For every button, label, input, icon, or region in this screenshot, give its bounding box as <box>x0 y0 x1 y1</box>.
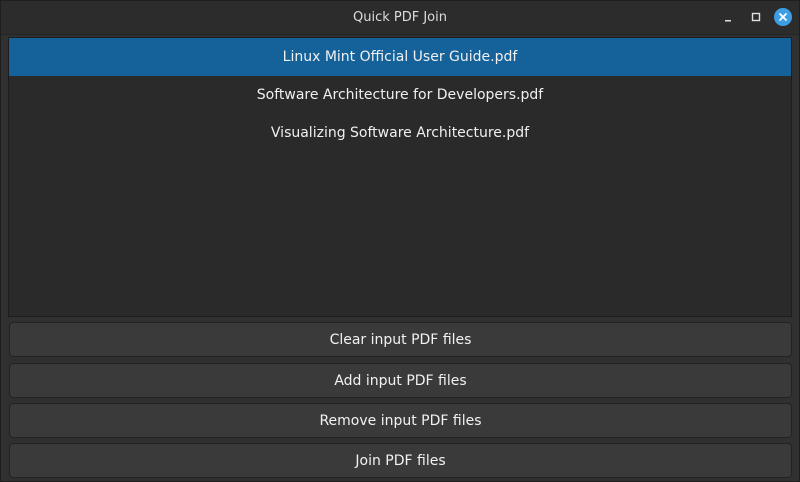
file-list-item[interactable]: Visualizing Software Architecture.pdf <box>9 114 791 152</box>
maximize-button[interactable] <box>746 7 766 27</box>
minimize-icon <box>725 20 731 22</box>
close-icon <box>774 8 792 26</box>
maximize-icon <box>751 12 761 22</box>
file-list-item[interactable]: Linux Mint Official User Guide.pdf <box>9 38 791 76</box>
add-input-files-button[interactable]: Add input PDF files <box>9 363 792 398</box>
minimize-button[interactable] <box>718 7 738 27</box>
join-pdf-files-button[interactable]: Join PDF files <box>9 443 792 478</box>
clear-input-files-button[interactable]: Clear input PDF files <box>9 322 792 357</box>
window-title: Quick PDF Join <box>353 10 447 25</box>
close-button[interactable] <box>773 7 793 27</box>
title-bar[interactable]: Quick PDF Join <box>1 1 799 35</box>
app-window: Quick PDF Join Linux Mint Official User … <box>0 0 800 482</box>
pdf-file-list[interactable]: Linux Mint Official User Guide.pdf Softw… <box>8 37 792 317</box>
remove-input-files-button[interactable]: Remove input PDF files <box>9 403 792 438</box>
file-list-item[interactable]: Software Architecture for Developers.pdf <box>9 76 791 114</box>
